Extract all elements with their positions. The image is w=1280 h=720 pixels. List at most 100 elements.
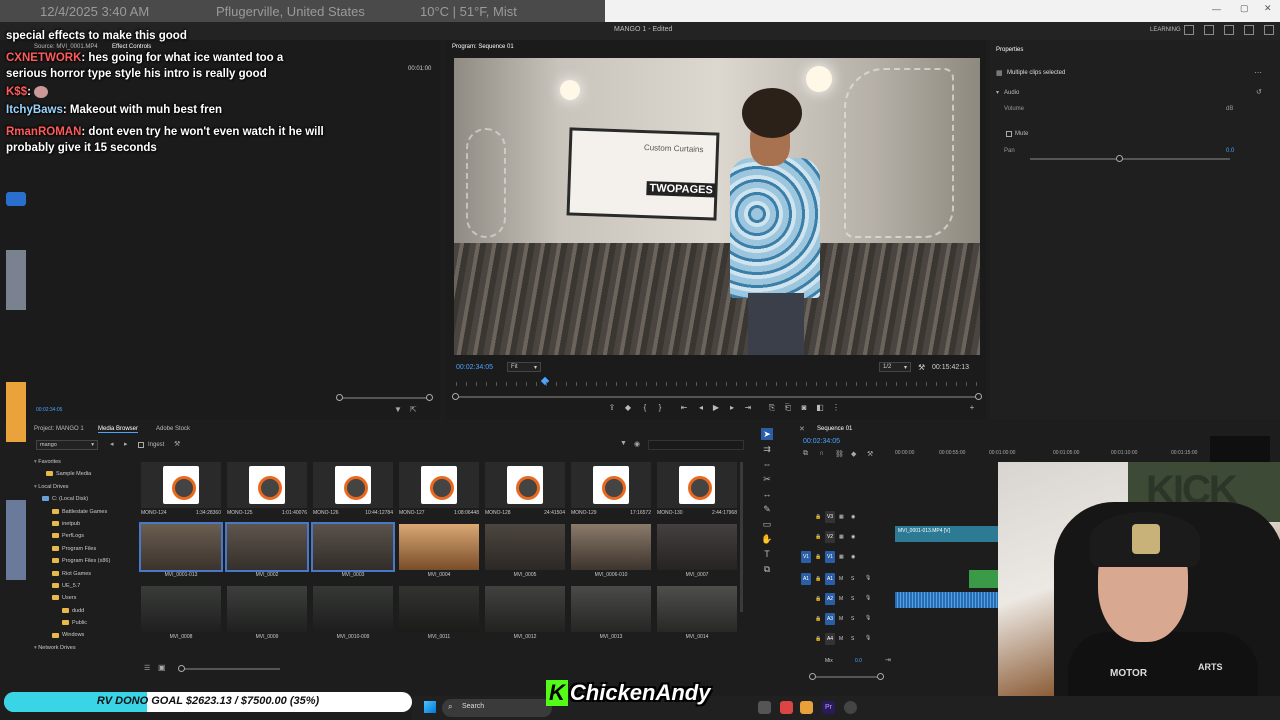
caption-tool-icon[interactable]: ⧉: [761, 563, 773, 575]
lock-icon[interactable]: 🔒: [815, 554, 821, 560]
tree-item[interactable]: Battlestate Games: [34, 506, 134, 518]
fullscreen-icon[interactable]: [1224, 25, 1234, 35]
track-label-a1[interactable]: A1: [825, 573, 835, 585]
microphone-icon[interactable]: 🎙: [865, 575, 871, 581]
taskbar-app-icon[interactable]: [844, 701, 857, 714]
windows-start-icon[interactable]: [424, 701, 436, 713]
forward-icon[interactable]: ▸: [124, 440, 128, 448]
filter-icon[interactable]: ▼: [620, 440, 627, 447]
timeline-audio-clip[interactable]: [895, 592, 1005, 608]
media-thumbnail[interactable]: MVI_0003: [311, 522, 395, 582]
mute-checkbox[interactable]: [1006, 131, 1012, 137]
step-forward-icon[interactable]: ▸: [728, 404, 736, 412]
taskbar-app-icon[interactable]: [758, 701, 771, 714]
ingest-checkbox[interactable]: [138, 442, 144, 448]
track-label-a3[interactable]: A3: [825, 613, 835, 625]
step-back-icon[interactable]: ◂: [697, 404, 705, 412]
media-search-input[interactable]: [648, 440, 744, 450]
wrench-icon[interactable]: ⚒: [867, 450, 873, 458]
timeline-zoom-knob-right[interactable]: [877, 673, 884, 680]
tree-item[interactable]: Sample Media: [34, 468, 134, 480]
media-thumbnail[interactable]: MONO-126 10:44:12784: [313, 462, 393, 520]
lock-icon[interactable]: 🔒: [815, 576, 821, 582]
rectangle-tool-icon[interactable]: ▭: [761, 518, 773, 530]
ripple-edit-tool-icon[interactable]: ⇔: [761, 458, 773, 470]
icon-view-icon[interactable]: ▣: [158, 663, 166, 672]
timeline-zoom-bar[interactable]: [813, 676, 883, 678]
chevron-down-icon[interactable]: ▾: [996, 89, 999, 96]
insert-icon[interactable]: ⎘: [768, 404, 776, 412]
mix-value[interactable]: 0.0: [855, 658, 862, 664]
overwrite-icon[interactable]: ⎗: [784, 404, 792, 412]
program-zoom-knob-right[interactable]: [975, 393, 982, 400]
tree-item[interactable]: PerfLogs: [34, 530, 134, 542]
media-thumbnail[interactable]: MVI_0014: [657, 586, 737, 644]
tree-item[interactable]: Windows: [34, 629, 134, 641]
media-thumbnail[interactable]: MVI_0011: [399, 586, 479, 644]
solo-track-button[interactable]: S: [851, 576, 854, 582]
thumbnail-size-knob[interactable]: [178, 665, 185, 672]
media-thumbnail[interactable]: MVI_0007: [657, 524, 737, 582]
fit-dropdown[interactable]: Fit ▾: [507, 362, 541, 372]
list-view-icon[interactable]: ☰: [144, 664, 150, 672]
timeline-video-clip-green[interactable]: [969, 570, 999, 588]
media-thumbnail[interactable]: MVI_0001-013: [139, 522, 223, 582]
app-close-icon[interactable]: [1264, 25, 1274, 35]
source-zoom-knob-left[interactable]: [336, 394, 343, 401]
mute-track-button[interactable]: M: [839, 616, 843, 622]
program-scrub-bar[interactable]: [456, 396, 978, 398]
view-icon[interactable]: ◉: [634, 440, 640, 448]
track-select-tool-icon[interactable]: ⇉: [761, 443, 773, 455]
share-icon[interactable]: [1204, 25, 1214, 35]
tree-item[interactable]: Users: [34, 592, 134, 604]
wrench-icon[interactable]: ⚒: [174, 440, 180, 448]
media-thumbnail[interactable]: MONO-127 1:08:06448: [399, 462, 479, 520]
microphone-icon[interactable]: 🎙: [865, 615, 871, 621]
film-icon[interactable]: ▦: [839, 534, 844, 540]
pan-value[interactable]: 0.0: [1226, 148, 1234, 154]
play-icon[interactable]: ▶: [712, 404, 720, 412]
camera-icon[interactable]: ◙: [800, 404, 808, 412]
media-thumbnail[interactable]: MONO-130 2:44:17968: [657, 462, 737, 520]
solo-track-button[interactable]: S: [851, 636, 854, 642]
pan-slider-knob[interactable]: [1116, 155, 1123, 162]
project-tab[interactable]: Project: MANGO 1: [34, 426, 84, 432]
solo-track-button[interactable]: S: [851, 616, 854, 622]
tree-item[interactable]: Program Files (x86): [34, 555, 134, 567]
maximize-icon[interactable]: ▢: [1240, 3, 1249, 14]
media-browser-tab[interactable]: Media Browser: [98, 426, 139, 433]
microphone-icon[interactable]: 🎙: [865, 595, 871, 601]
media-thumbnail[interactable]: MVI_0012: [485, 586, 565, 644]
nest-icon[interactable]: ⧉: [803, 450, 808, 458]
linked-icon[interactable]: ⛓: [835, 450, 844, 458]
mute-track-button[interactable]: M: [839, 636, 843, 642]
track-label-a4[interactable]: A4: [825, 633, 835, 645]
settings-icon[interactable]: [1244, 25, 1254, 35]
film-icon[interactable]: ▦: [839, 514, 844, 520]
microphone-icon[interactable]: 🎙: [865, 635, 871, 641]
media-thumbnail[interactable]: MVI_0008: [141, 586, 221, 644]
film-icon[interactable]: ▦: [839, 554, 844, 560]
reset-icon[interactable]: ↺: [1256, 88, 1262, 96]
close-icon[interactable]: ✕: [1264, 3, 1272, 14]
source-zoom-knob-right[interactable]: [426, 394, 433, 401]
export-icon[interactable]: ⇱: [410, 405, 417, 414]
program-current-time[interactable]: 00:02:34:05: [456, 364, 493, 371]
marker-icon[interactable]: ◆: [851, 450, 856, 458]
tree-item[interactable]: inetpub: [34, 518, 134, 530]
lock-icon[interactable]: 🔒: [815, 616, 821, 622]
media-thumbnail[interactable]: MONO-125 1:01:40076: [227, 462, 307, 520]
type-tool-icon[interactable]: T: [761, 548, 773, 560]
source-patch-a1[interactable]: A1: [801, 573, 811, 585]
more-options-icon[interactable]: ⋯: [1254, 68, 1262, 77]
mark-in-icon[interactable]: {: [641, 404, 649, 412]
media-thumbnail[interactable]: MVI_0006-010: [571, 524, 651, 582]
media-scrollbar[interactable]: [740, 462, 743, 612]
wrench-icon[interactable]: ⚒: [918, 363, 925, 372]
thumbnail-size-slider[interactable]: [180, 668, 280, 670]
go-to-out-icon[interactable]: ⇥: [744, 404, 752, 412]
workspace-icon[interactable]: [1184, 25, 1194, 35]
go-to-in-icon[interactable]: ⇤: [680, 404, 688, 412]
source-zoom-bar[interactable]: [340, 397, 430, 399]
pan-slider-track[interactable]: [1030, 158, 1230, 160]
